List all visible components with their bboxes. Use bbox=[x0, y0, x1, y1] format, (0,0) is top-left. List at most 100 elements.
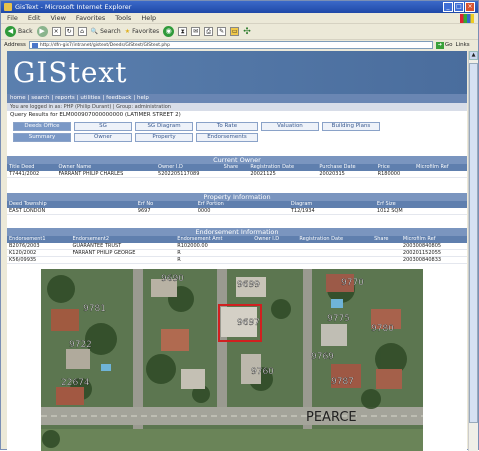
menu-file[interactable]: File bbox=[7, 13, 18, 23]
col-purchase-date: Purchase Date bbox=[317, 164, 376, 171]
nav-utilities[interactable]: utilities bbox=[80, 95, 100, 101]
vertical-scrollbar[interactable]: ▲ bbox=[468, 51, 478, 451]
parcel-label: 9780 bbox=[371, 324, 394, 334]
tab-owner[interactable]: Owner bbox=[74, 133, 132, 142]
ie-icon bbox=[4, 3, 12, 11]
tab-valuation[interactable]: Valuation bbox=[261, 122, 319, 131]
close-icon[interactable]: × bbox=[465, 2, 475, 12]
tab-building-plans[interactable]: Building Plans bbox=[322, 122, 380, 131]
search-label: Search bbox=[100, 28, 121, 35]
cell bbox=[252, 256, 298, 264]
table-row: K120/2002 FARRANT PHILIP GEORGE R 200201… bbox=[7, 249, 467, 257]
forward-icon[interactable]: ▶ bbox=[36, 26, 48, 37]
edit-icon[interactable]: ✎ bbox=[217, 27, 227, 36]
tab-property[interactable]: Property bbox=[135, 133, 193, 142]
folder-icon[interactable]: ▭ bbox=[230, 27, 240, 36]
col-share: Share bbox=[372, 236, 401, 243]
cell: EAST LONDON bbox=[7, 208, 136, 215]
tab-sg[interactable]: SG bbox=[74, 122, 132, 131]
address-input[interactable]: http://dfn-gis7/intranet/gistext/Deeds/G… bbox=[28, 41, 433, 49]
detail-tabs: Summary Owner Property Endorsements bbox=[13, 133, 393, 142]
windows-logo-icon bbox=[460, 14, 474, 23]
site-title: GIStext bbox=[7, 51, 467, 94]
search-icon: 🔍 bbox=[90, 28, 99, 35]
col-microfilm-ref: Microfilm Ref bbox=[400, 236, 467, 243]
col-registration-date: Registration Date bbox=[297, 236, 373, 243]
go-button[interactable]: ➜ Go bbox=[435, 41, 453, 49]
col-share: Share bbox=[221, 164, 249, 171]
address-label: Address bbox=[4, 42, 26, 48]
table-row: EAST LONDON 9697 0000 T12/1934 1012 SQM bbox=[7, 208, 467, 215]
go-arrow-icon: ➜ bbox=[435, 41, 444, 49]
cell: 200201152055 bbox=[400, 249, 467, 257]
menu-help[interactable]: Help bbox=[141, 13, 156, 23]
address-url: http://dfn-gis7/intranet/gistext/Deeds/G… bbox=[39, 43, 170, 48]
tab-sg-diagram[interactable]: SG Diagram bbox=[135, 122, 193, 131]
tab-summary[interactable]: Summary bbox=[13, 133, 71, 142]
menu-tools[interactable]: Tools bbox=[115, 13, 131, 23]
col-deed-township: Deed Township bbox=[7, 201, 136, 208]
history-icon[interactable]: ⧗ bbox=[178, 27, 188, 36]
property-info-heading: Property Information bbox=[7, 193, 467, 201]
cell bbox=[221, 171, 249, 178]
home-icon[interactable]: ⌂ bbox=[77, 27, 87, 36]
nav-reports[interactable]: reports bbox=[55, 95, 75, 101]
source-tabs: Deeds Office SG SG Diagram To Rate Valua… bbox=[13, 122, 393, 131]
parcel-label: 22674 bbox=[61, 378, 90, 388]
cell: 1012 SQM bbox=[374, 208, 467, 215]
menu-bar: File Edit View Favorites Tools Help bbox=[1, 13, 478, 23]
search-button[interactable]: 🔍 Search bbox=[91, 28, 121, 35]
site-nav: home | search | reports | utilities | feedba… bbox=[7, 94, 467, 103]
nav-search[interactable]: search bbox=[31, 95, 49, 101]
cell bbox=[70, 256, 176, 264]
links-label[interactable]: Links bbox=[456, 42, 470, 48]
nav-home[interactable]: home bbox=[10, 95, 26, 101]
cell: 9697 bbox=[135, 208, 196, 215]
nav-help[interactable]: help bbox=[137, 95, 149, 101]
cell bbox=[372, 249, 401, 257]
col-registration-date: Registration Date bbox=[248, 164, 318, 171]
mail-icon[interactable]: ✉ bbox=[191, 27, 201, 36]
aerial-map[interactable]: 9690 9699 9781 9697 9770 9780 9722 9775 … bbox=[41, 269, 423, 451]
window-titlebar: GisText - Microsoft Internet Explorer _ … bbox=[1, 1, 478, 13]
parcel-label: 9775 bbox=[327, 314, 350, 324]
minimize-icon[interactable]: _ bbox=[443, 2, 453, 12]
menu-view[interactable]: View bbox=[50, 13, 65, 23]
query-results-title: Query Results for ELM000907000000000 (LA… bbox=[10, 112, 181, 118]
tab-endorsements[interactable]: Endorsements bbox=[196, 133, 258, 142]
cell bbox=[414, 171, 467, 178]
scroll-thumb[interactable] bbox=[469, 63, 478, 423]
col-erf-size: Erf Size bbox=[374, 201, 467, 208]
menu-edit[interactable]: Edit bbox=[28, 13, 41, 23]
parcel-label: 9690 bbox=[161, 274, 184, 284]
print-icon[interactable]: ⎙ bbox=[204, 27, 214, 36]
parcel-label: 9697 bbox=[237, 318, 260, 328]
table-row: K56/09935 R 200300840833 bbox=[7, 256, 467, 264]
nav-feedback[interactable]: feedback bbox=[106, 95, 131, 101]
menu-favorites[interactable]: Favorites bbox=[76, 13, 105, 23]
cell bbox=[372, 256, 401, 264]
tab-deeds-office[interactable]: Deeds Office bbox=[13, 122, 71, 131]
messenger-icon[interactable]: ✣ bbox=[243, 27, 251, 37]
col-erf-no: Erf No bbox=[135, 201, 196, 208]
refresh-icon[interactable]: ↻ bbox=[64, 27, 74, 36]
back-button[interactable]: ◀ Back bbox=[5, 26, 33, 37]
cell: R bbox=[175, 256, 253, 264]
cell: K56/09935 bbox=[7, 256, 71, 264]
cell: R bbox=[175, 249, 253, 257]
parcel-label: 9760 bbox=[251, 367, 274, 377]
tab-to-rate[interactable]: To Rate bbox=[196, 122, 258, 131]
maximize-icon[interactable]: □ bbox=[454, 2, 464, 12]
scroll-up-icon[interactable]: ▲ bbox=[469, 51, 478, 60]
login-status: You are logged in as: PHP (Philip Durant… bbox=[7, 103, 467, 111]
col-owner-id: Owner I.D bbox=[156, 164, 222, 171]
current-owner-table: Title Deed Owner Name Owner I.D Share Re… bbox=[7, 164, 467, 178]
table-row: T7441/2002 FARRANT PHILIP CHARLES 520220… bbox=[7, 171, 467, 178]
property-info-table: Deed Township Erf No Erf Portion Diagram… bbox=[7, 201, 467, 215]
page-content: GIStext home | search | reports | utilities… bbox=[7, 51, 467, 451]
favorites-button[interactable]: ★ Favorites bbox=[125, 28, 160, 35]
cell: 20020315 bbox=[317, 171, 376, 178]
page-icon bbox=[31, 43, 38, 48]
media-icon[interactable]: ◉ bbox=[163, 26, 175, 37]
stop-icon[interactable]: × bbox=[51, 27, 61, 36]
